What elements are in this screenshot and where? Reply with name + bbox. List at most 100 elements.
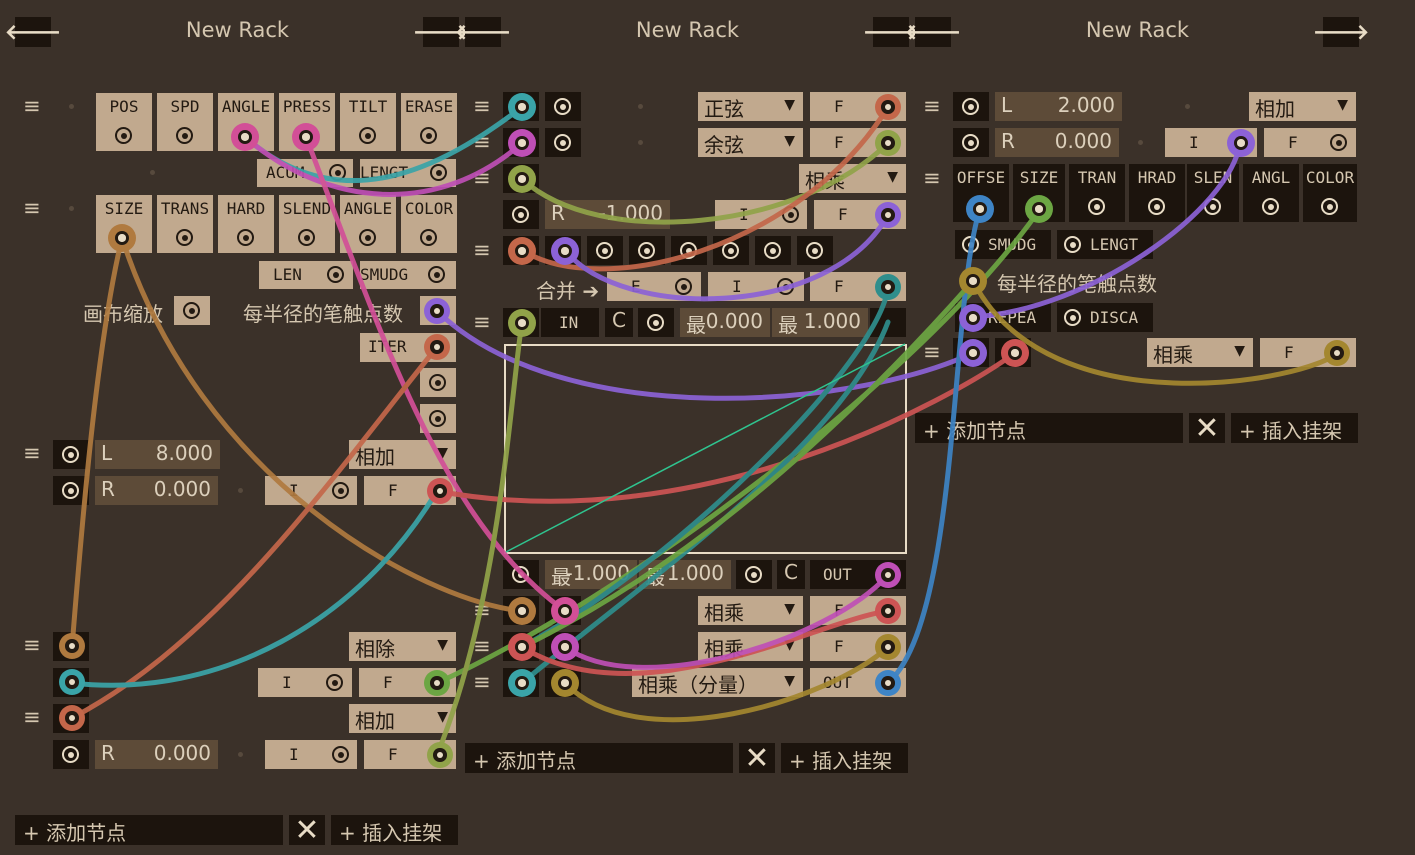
extra-port-2[interactable]: [420, 404, 456, 433]
drag-handle[interactable]: ≡: [23, 198, 41, 219]
jack-curve-out[interactable]: [875, 562, 901, 588]
port-icon[interactable]: [327, 266, 344, 283]
port-icon[interactable]: [777, 278, 794, 295]
drag-handle[interactable]: ≡: [473, 600, 491, 621]
jack-cos-out[interactable]: [875, 130, 901, 156]
brush-tile-hard[interactable]: HARD: [218, 195, 274, 253]
curve-out-min-port[interactable]: [503, 560, 539, 589]
rack3-prev-button[interactable]: 🡐: [905, 17, 961, 47]
operator-dropdown[interactable]: 相加 ▼: [349, 704, 456, 733]
out-tile-angl[interactable]: ANGL: [1243, 164, 1299, 222]
jack-cos-in[interactable]: [508, 129, 536, 157]
drag-handle[interactable]: ≡: [473, 312, 491, 333]
jack-merge-2[interactable]: [551, 237, 579, 265]
out-tile-slen[interactable]: SLEN: [1187, 164, 1239, 222]
out-tile-color[interactable]: COLOR: [1303, 164, 1357, 222]
out-tile-hrad[interactable]: HRAD: [1129, 164, 1185, 222]
rack2-prev-button[interactable]: 🡐: [455, 17, 511, 47]
jack-mul-out[interactable]: [875, 202, 901, 228]
jack-mul2-a[interactable]: [508, 633, 536, 661]
port-icon[interactable]: [722, 242, 739, 259]
port-icon[interactable]: [962, 134, 979, 151]
drag-handle[interactable]: ≡: [923, 168, 941, 189]
port-icon[interactable]: [512, 206, 529, 223]
port-icon[interactable]: [1088, 198, 1105, 215]
cos-aux-port[interactable]: [545, 128, 581, 157]
jack-r3-size[interactable]: [1025, 195, 1053, 223]
port-icon[interactable]: [430, 164, 447, 181]
drag-handle[interactable]: ≡: [923, 342, 941, 363]
drag-handle[interactable]: ≡: [473, 132, 491, 153]
jack-r3-i[interactable]: [1227, 129, 1255, 157]
operator-dropdown[interactable]: 相加 ▼: [349, 440, 456, 469]
drag-handle[interactable]: ≡: [473, 636, 491, 657]
jack-div-b[interactable]: [59, 669, 85, 695]
jack-repea[interactable]: [959, 304, 987, 332]
port-icon[interactable]: [680, 242, 697, 259]
jack-mul1-out[interactable]: [875, 598, 901, 624]
rack3-add-node-button[interactable]: + 添加节点: [915, 413, 1183, 443]
port-icon[interactable]: [237, 229, 254, 246]
cosine-dropdown[interactable]: 余弦 ▼: [698, 128, 803, 157]
r-port[interactable]: [503, 200, 539, 229]
jack-mul2-out[interactable]: [875, 634, 901, 660]
port-disca[interactable]: DISCA: [1057, 303, 1153, 332]
rack1-delete-button[interactable]: ✕: [289, 813, 325, 848]
port-icon[interactable]: [176, 127, 193, 144]
port-icon[interactable]: [326, 674, 343, 691]
port-len[interactable]: LEN: [259, 261, 353, 289]
jack-angle[interactable]: [231, 123, 259, 151]
port-icon[interactable]: [359, 229, 376, 246]
merge-in-3[interactable]: [587, 236, 623, 265]
jack-r3-mul-a[interactable]: [959, 339, 987, 367]
input-tile-pos[interactable]: POS: [96, 93, 152, 151]
jack-size[interactable]: [108, 224, 136, 252]
port-icon[interactable]: [638, 242, 655, 259]
i-port[interactable]: I: [265, 476, 357, 505]
port-icon[interactable]: [1148, 198, 1165, 215]
i-port[interactable]: I: [715, 200, 807, 229]
mul1-dropdown[interactable]: 相乘 ▼: [698, 596, 803, 625]
sine-aux-port[interactable]: [545, 92, 581, 121]
drag-handle[interactable]: ≡: [23, 635, 41, 656]
curve-c-button[interactable]: C: [605, 308, 633, 337]
l-port[interactable]: [53, 440, 89, 469]
jack-add-in[interactable]: [59, 705, 85, 731]
rack2-add-node-button[interactable]: + 添加节点: [465, 743, 733, 773]
port-icon[interactable]: [512, 566, 529, 583]
jack-r3-f[interactable]: [1324, 340, 1350, 366]
extra-port-1[interactable]: [420, 368, 456, 397]
jack-f-1[interactable]: [427, 478, 453, 504]
l-port[interactable]: [953, 92, 989, 121]
port-acum[interactable]: ACUM: [257, 159, 353, 187]
jack-r3-mul-b[interactable]: [1001, 339, 1029, 367]
jack-curve-in[interactable]: [508, 309, 536, 337]
jack-merge-1[interactable]: [508, 237, 536, 265]
jack-mulc-b[interactable]: [551, 669, 579, 697]
merge-in-8[interactable]: [797, 236, 833, 265]
port-icon[interactable]: [62, 482, 79, 499]
rack3-insert-rack-button[interactable]: + 插入挂架: [1231, 413, 1358, 443]
port-icon[interactable]: [429, 410, 446, 427]
curve-out-port[interactable]: [736, 560, 772, 589]
jack-dabs[interactable]: [424, 298, 450, 324]
curve-out-min-field[interactable]: 最 -1.000: [545, 560, 637, 589]
port-icon[interactable]: [428, 266, 445, 283]
port-icon[interactable]: [429, 374, 446, 391]
r-port[interactable]: [953, 128, 989, 157]
mul2-dropdown[interactable]: 相乘 ▼: [698, 632, 803, 661]
drag-handle[interactable]: ≡: [23, 707, 41, 728]
jack-offse[interactable]: [966, 195, 994, 223]
rack3-next-button[interactable]: 🡒: [1313, 17, 1369, 47]
l-value-field[interactable]: L 8.000: [95, 440, 220, 469]
port-icon[interactable]: [1262, 198, 1279, 215]
curve-out-max-field[interactable]: 最 1.000: [639, 560, 731, 589]
jack-mul1-b[interactable]: [551, 597, 579, 625]
port-icon[interactable]: [554, 134, 571, 151]
rack3-delete-button[interactable]: ✕: [1189, 411, 1225, 446]
curve-in-max-field[interactable]: 最 1.000: [772, 308, 868, 337]
operator-dropdown[interactable]: 相除 ▼: [349, 632, 456, 661]
port-icon[interactable]: [420, 127, 437, 144]
jack-f-3[interactable]: [427, 742, 453, 768]
port-smudg[interactable]: SMUDG: [955, 230, 1051, 259]
